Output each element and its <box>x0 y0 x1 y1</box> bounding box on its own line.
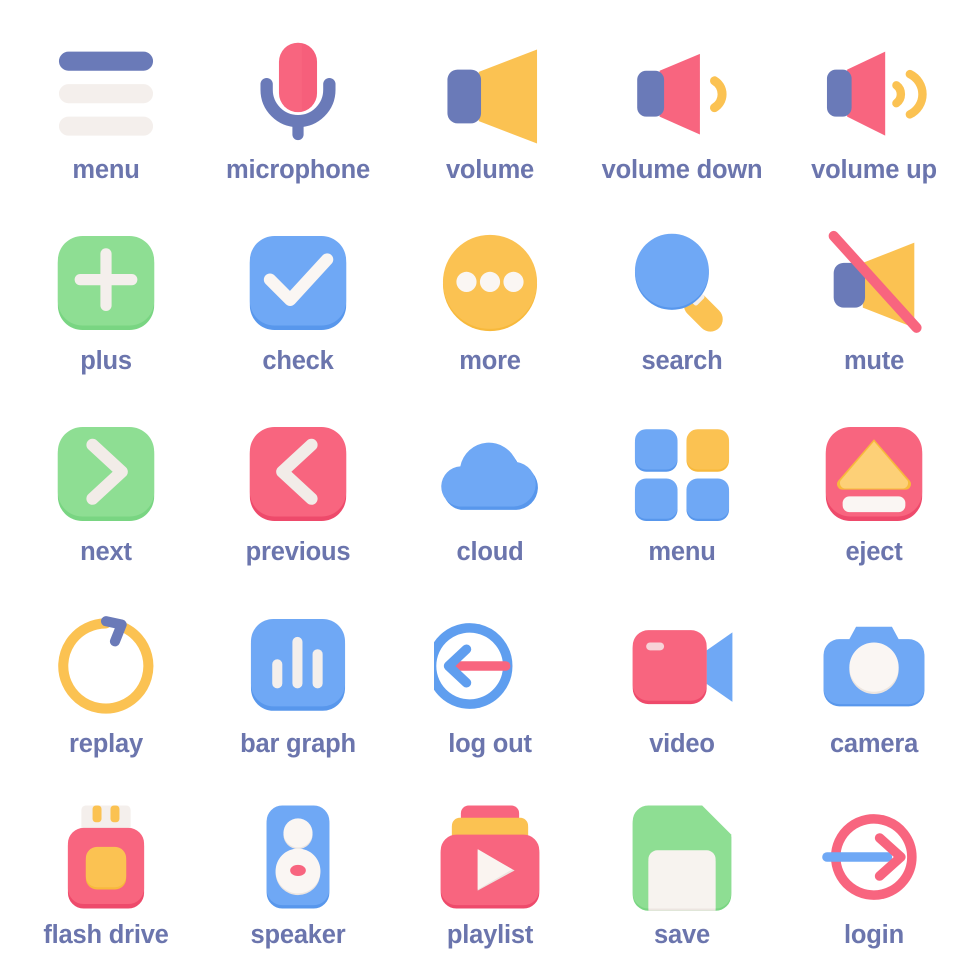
icon-label: volume down <box>601 156 763 184</box>
icon-cell-playlist[interactable]: playlist <box>394 779 586 970</box>
volume-icon[interactable] <box>434 36 546 148</box>
icon-cell-check[interactable]: check <box>202 205 394 396</box>
next-icon[interactable] <box>50 418 162 530</box>
icon-label: bar graph <box>240 729 356 758</box>
icon-cell-search[interactable]: search <box>586 205 778 396</box>
icon-cell-video[interactable]: video <box>586 588 778 779</box>
previous-icon[interactable] <box>242 418 354 530</box>
log-out-icon[interactable] <box>434 610 546 722</box>
icon-label: log out <box>448 729 532 758</box>
flash-drive-icon[interactable] <box>50 801 162 913</box>
icon-label: speaker <box>250 920 346 949</box>
search-icon[interactable] <box>626 227 738 339</box>
icon-cell-eject[interactable]: eject <box>778 396 970 587</box>
icon-cell-volume-down[interactable]: volume down <box>586 14 778 205</box>
icon-cell-cloud[interactable]: cloud <box>394 396 586 587</box>
icon-cell-microphone[interactable]: microphone <box>202 14 394 205</box>
eject-icon[interactable] <box>818 418 930 530</box>
cloud-icon[interactable] <box>434 418 546 530</box>
icon-cell-mute[interactable]: mute <box>778 205 970 396</box>
icon-cell-next[interactable]: next <box>10 396 202 587</box>
icon-label: replay <box>69 729 143 758</box>
bar-graph-icon[interactable] <box>242 610 354 722</box>
playlist-icon[interactable] <box>434 801 546 913</box>
replay-icon[interactable] <box>50 610 162 722</box>
icon-cell-flash-drive[interactable]: flash drive <box>10 779 202 970</box>
icon-label: playlist <box>446 920 534 949</box>
icon-label: volume <box>445 156 535 184</box>
icon-label: mute <box>843 347 905 376</box>
icon-cell-plus[interactable]: plus <box>10 205 202 396</box>
icon-label: check <box>262 347 334 376</box>
icon-cell-log-out[interactable]: log out <box>394 588 586 779</box>
icon-label: previous <box>245 538 351 567</box>
icon-cell-volume-up[interactable]: volume up <box>778 14 970 205</box>
menu-icon[interactable] <box>50 36 162 148</box>
icon-label: microphone <box>226 156 370 184</box>
icon-label: flash drive <box>43 920 169 949</box>
icon-label: search <box>641 347 723 376</box>
volume-up-icon[interactable] <box>818 36 930 148</box>
mute-icon[interactable] <box>818 227 930 339</box>
volume-down-icon[interactable] <box>626 36 738 148</box>
icon-label: eject <box>845 538 903 567</box>
icon-cell-bar-graph[interactable]: bar graph <box>202 588 394 779</box>
plus-icon[interactable] <box>50 227 162 339</box>
speaker-icon[interactable] <box>242 801 354 913</box>
icon-label: plus <box>80 347 132 376</box>
icon-label: video <box>649 729 715 758</box>
icon-label: next <box>80 538 132 567</box>
icon-cell-volume[interactable]: volume <box>394 14 586 205</box>
camera-icon[interactable] <box>818 610 930 722</box>
icon-cell-more[interactable]: more <box>394 205 586 396</box>
icon-label: more <box>459 347 521 376</box>
video-icon[interactable] <box>626 610 738 722</box>
icon-grid: menu microphone volume volume down volum… <box>0 0 980 980</box>
more-icon[interactable] <box>434 227 546 339</box>
icon-label: volume up <box>811 156 937 184</box>
icon-label: save <box>654 920 710 949</box>
save-icon[interactable] <box>626 801 738 913</box>
icon-cell-menu-lines[interactable]: menu <box>10 14 202 205</box>
icon-cell-menu-grid[interactable]: menu <box>586 396 778 587</box>
icon-cell-save[interactable]: save <box>586 779 778 970</box>
icon-label: login <box>844 920 904 949</box>
icon-label: menu <box>72 156 140 184</box>
microphone-icon[interactable] <box>242 36 354 148</box>
icon-label: camera <box>829 729 919 758</box>
icon-label: menu <box>648 538 716 567</box>
check-icon[interactable] <box>242 227 354 339</box>
icon-cell-login[interactable]: login <box>778 779 970 970</box>
menu-grid-icon[interactable] <box>626 418 738 530</box>
icon-cell-replay[interactable]: replay <box>10 588 202 779</box>
icon-cell-previous[interactable]: previous <box>202 396 394 587</box>
login-icon[interactable] <box>818 801 930 913</box>
icon-cell-speaker[interactable]: speaker <box>202 779 394 970</box>
icon-cell-camera[interactable]: camera <box>778 588 970 779</box>
icon-label: cloud <box>456 538 524 567</box>
